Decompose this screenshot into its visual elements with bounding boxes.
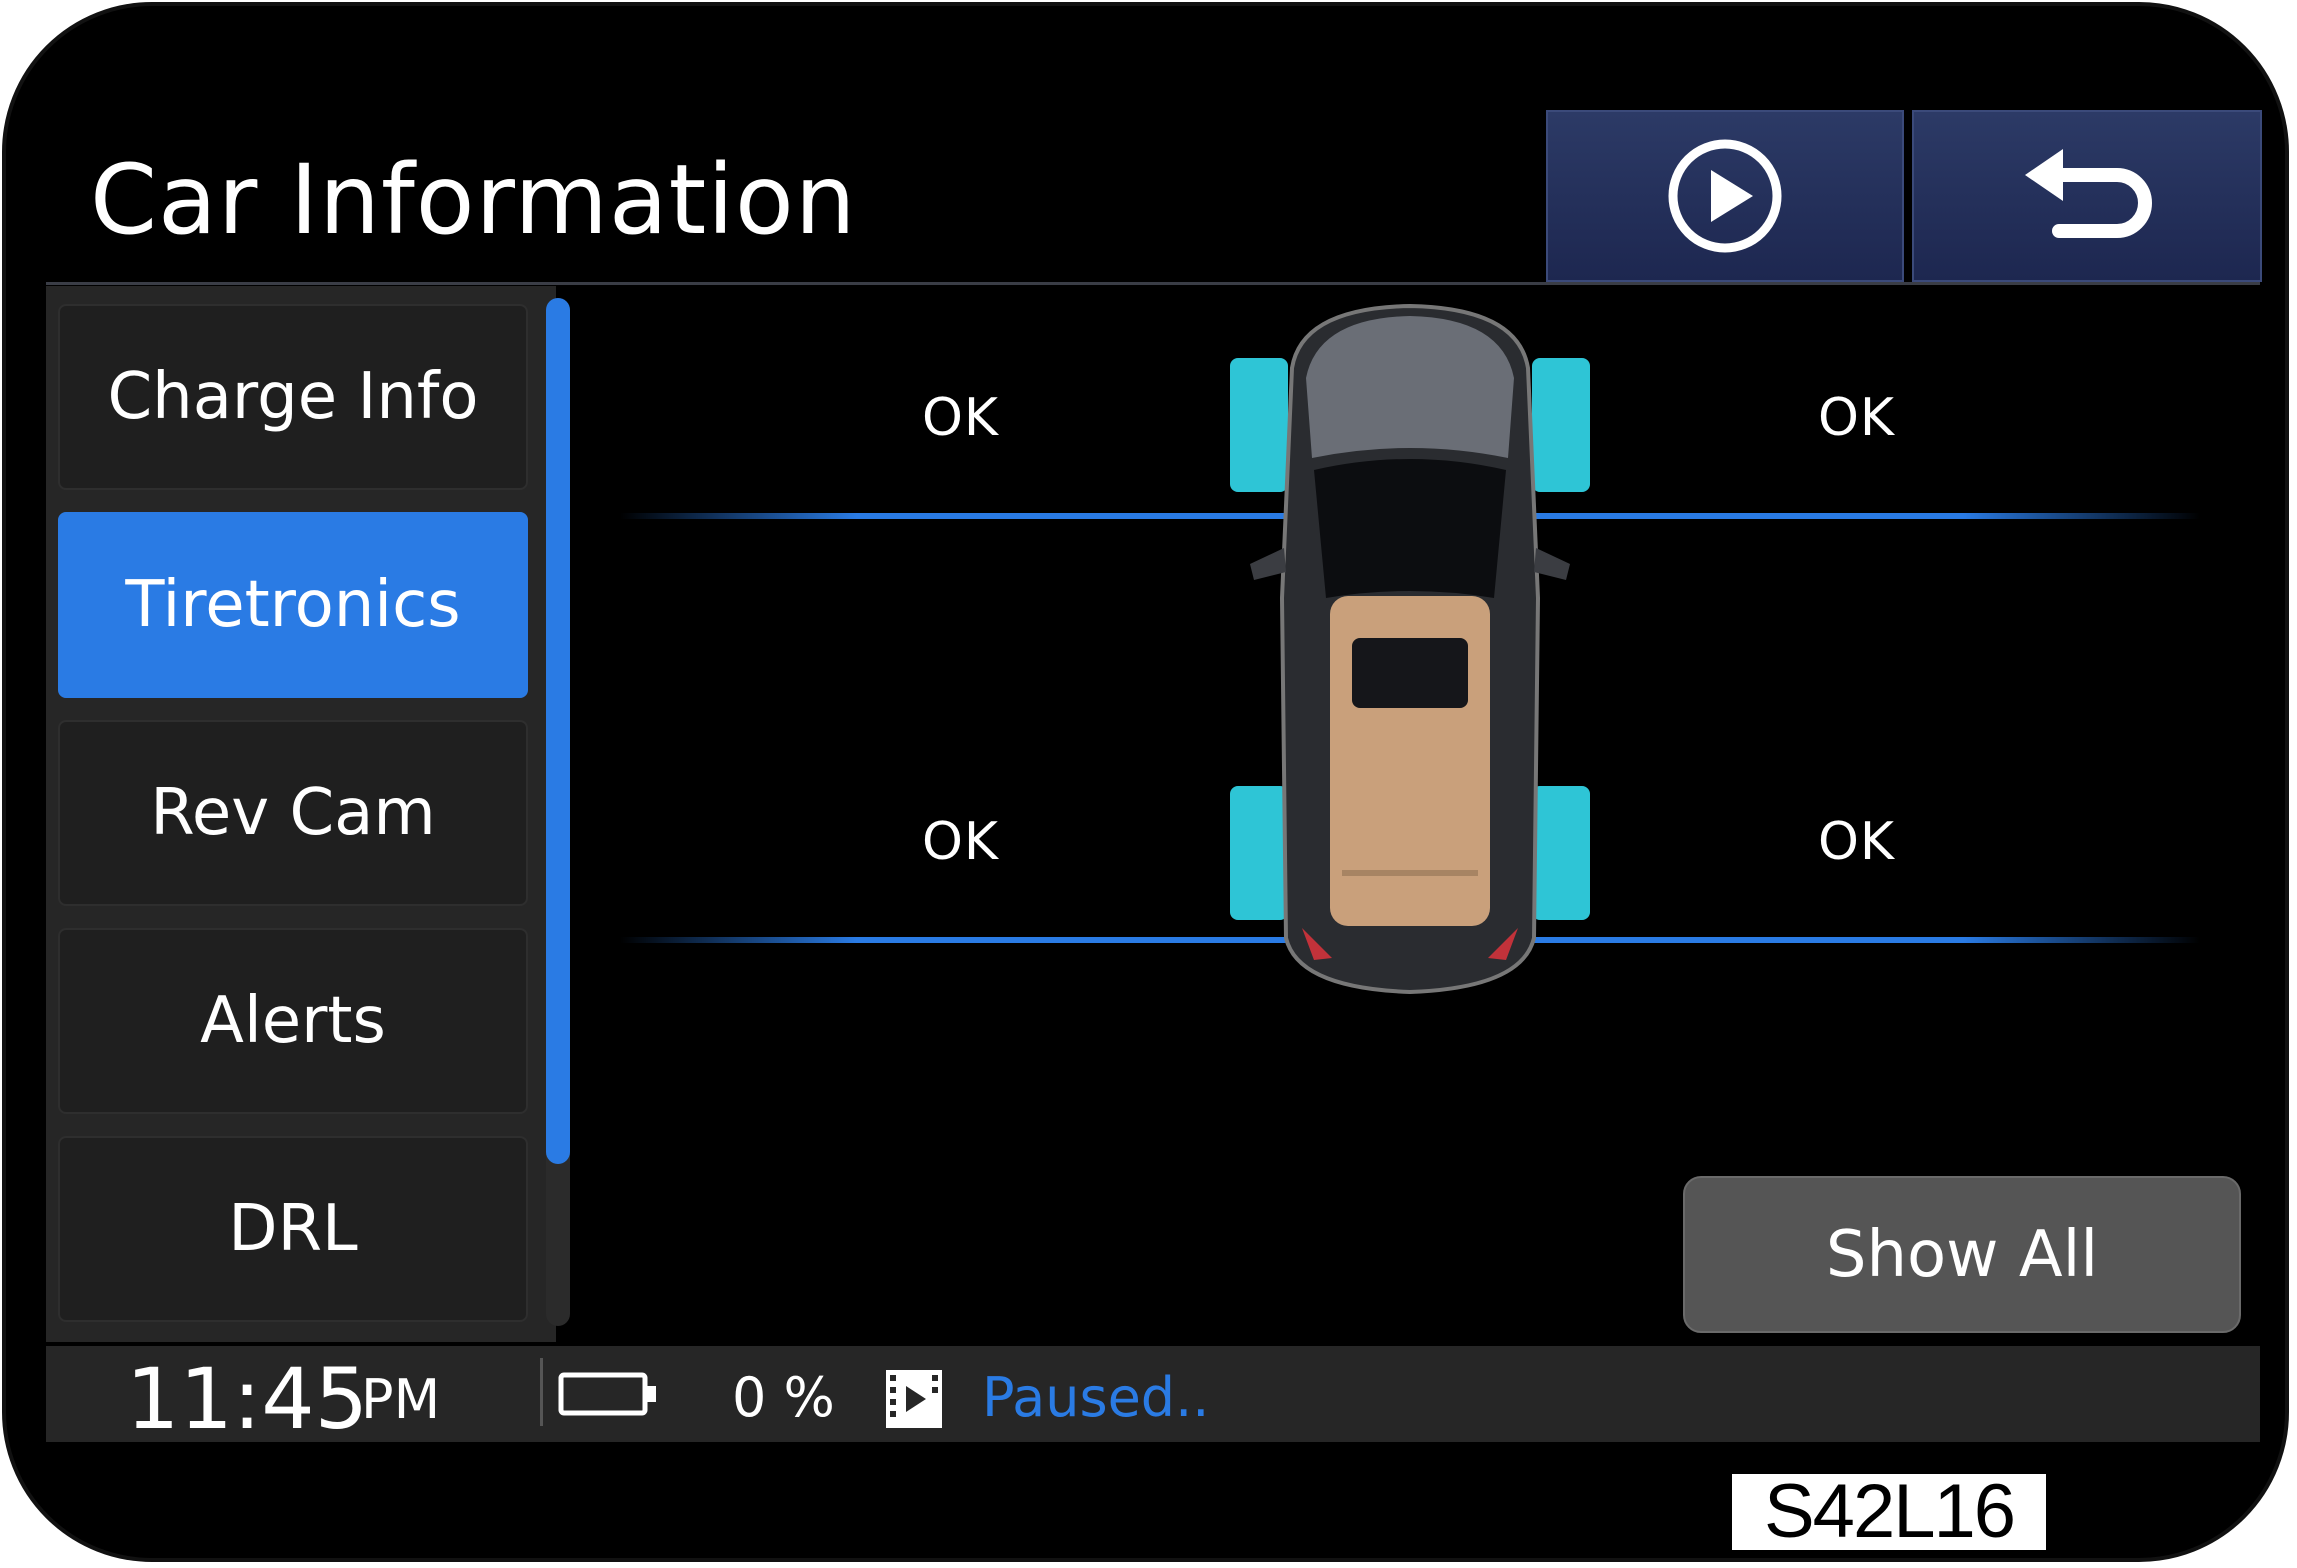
play-button[interactable] [1546, 110, 1904, 282]
car-top-view [1222, 298, 1598, 998]
tire-rear-right [1532, 786, 1590, 920]
back-arrow-icon [2025, 149, 2152, 238]
clock-ampm: PM [361, 1368, 441, 1431]
back-button[interactable] [1912, 110, 2262, 282]
tire-front-left [1230, 358, 1288, 492]
tire-status-front-left: OK [922, 388, 1000, 448]
clock-time: 11:45 [126, 1350, 369, 1448]
sidebar-item-rev-cam[interactable]: Rev Cam [58, 720, 528, 906]
show-all-button[interactable]: Show All [1683, 1176, 2241, 1333]
battery-icon [558, 1372, 656, 1416]
film-icon [886, 1370, 942, 1428]
figure-code-label: S42L16 [1732, 1474, 2046, 1550]
sidebar-item-alerts[interactable]: Alerts [58, 928, 528, 1114]
tire-status-rear-left: OK [922, 812, 1000, 872]
tire-status-rear-right: OK [1818, 812, 1896, 872]
sidebar-item-charge-info[interactable]: Charge Info [58, 304, 528, 490]
sidebar-item-tiretronics[interactable]: Tiretronics [58, 512, 528, 698]
status-divider [540, 1358, 543, 1426]
sidebar-item-drl[interactable]: DRL [58, 1136, 528, 1322]
sidebar: Charge Info Tiretronics Rev Cam Alerts D… [46, 286, 556, 1342]
play-circle-icon [1668, 139, 1782, 253]
page-title: Car Information [90, 144, 857, 256]
tire-rear-left [1230, 786, 1288, 920]
status-bar: 11:45 PM 0 % Paused.. [46, 1346, 2260, 1448]
header-divider [46, 282, 2260, 285]
sidebar-scroll-thumb[interactable] [546, 298, 570, 1164]
tire-status-front-right: OK [1818, 388, 1896, 448]
battery-percent: 0 % [732, 1366, 835, 1429]
tire-front-right [1532, 358, 1590, 492]
media-status: Paused.. [982, 1366, 1210, 1429]
